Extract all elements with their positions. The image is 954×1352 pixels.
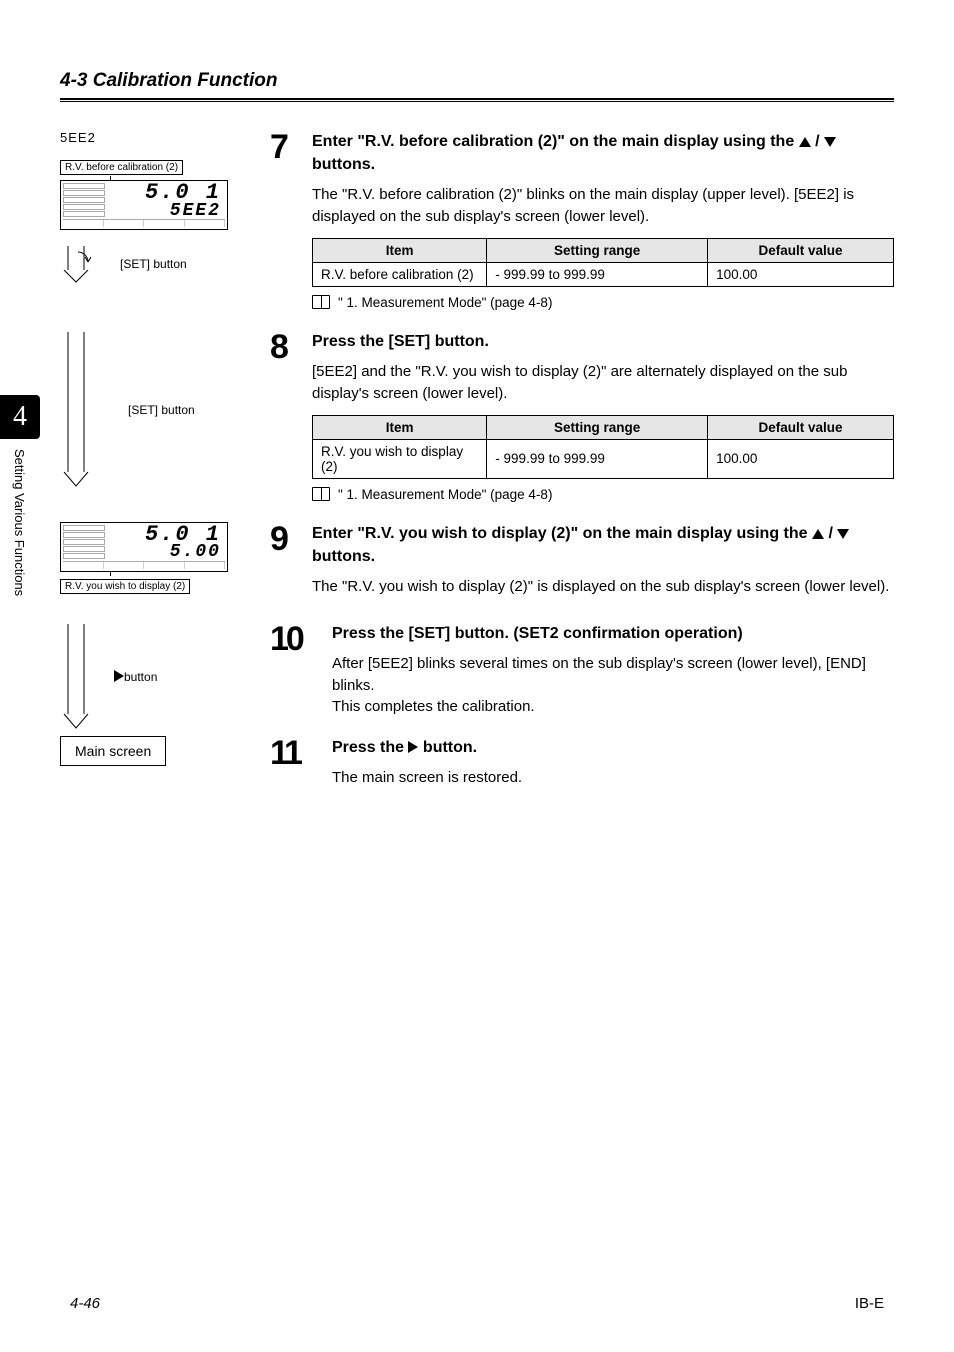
step-number-7: 7 <box>270 130 306 164</box>
step7-body: The "R.V. before calibration (2)" blinks… <box>312 184 894 228</box>
table-header: Item <box>313 238 487 262</box>
section-title: 4-3 Calibration Function <box>60 70 894 92</box>
set-button-label: [SET] button <box>120 257 187 271</box>
table-cell: - 999.99 to 999.99 <box>487 439 708 478</box>
step8-body: [5EE2] and the "R.V. you wish to display… <box>312 361 894 405</box>
page-footer: 4-46 IB-E <box>70 1295 884 1312</box>
table-cell: R.V. you wish to display (2) <box>313 439 487 478</box>
book-icon <box>312 295 330 309</box>
up-triangle-icon <box>812 529 824 539</box>
set-button-label: [SET] button <box>128 403 195 417</box>
table-header: Item <box>313 415 487 439</box>
table-cell: 100.00 <box>708 439 894 478</box>
flow-arrow-icon <box>60 622 100 732</box>
device-diagram: 5.0 1 5.00 <box>60 522 228 572</box>
right-triangle-icon <box>114 670 124 682</box>
table-cell: - 999.99 to 999.99 <box>487 262 708 286</box>
reference-text: " 1. Measurement Mode" (page 4-8) <box>338 295 552 310</box>
step-number-10: 10 <box>270 622 326 656</box>
device-reading-sub: 5.00 <box>107 544 221 560</box>
step7-table: Item Setting range Default value R.V. be… <box>312 238 894 287</box>
table-cell: R.V. before calibration (2) <box>313 262 487 286</box>
step10-body: After [5EE2] blinks several times on the… <box>332 653 894 718</box>
main-screen-box: Main screen <box>60 736 166 766</box>
table-header: Default value <box>708 238 894 262</box>
footer-page-number: 4-46 <box>70 1295 100 1312</box>
down-triangle-icon <box>837 529 849 539</box>
footer-doc-code: IB-E <box>855 1295 884 1312</box>
step9-body: The "R.V. you wish to display (2)" is di… <box>312 576 894 598</box>
segment-code: 5EE2 <box>60 130 262 145</box>
chapter-number-badge: 4 <box>0 395 40 439</box>
step11-body: The main screen is restored. <box>332 767 894 789</box>
flow-arrow-icon <box>60 244 100 284</box>
up-triangle-icon <box>799 137 811 147</box>
step11-head-b: button. <box>418 739 477 756</box>
device-reading-sub: 5EE2 <box>107 203 221 219</box>
step-number-11: 11 <box>270 736 326 770</box>
header-rule <box>60 98 894 102</box>
device-diagram: 5.0 1 5EE2 <box>60 180 228 230</box>
book-icon <box>312 487 330 501</box>
reference-row: " 1. Measurement Mode" (page 4-8) <box>312 487 894 502</box>
device-callout-label: R.V. before calibration (2) <box>60 160 183 175</box>
table-cell: 100.00 <box>708 262 894 286</box>
step9-head-a: Enter "R.V. you wish to display (2)" on … <box>312 525 812 542</box>
step7-heading: Enter "R.V. before calibration (2)" on t… <box>312 130 894 176</box>
table-header: Default value <box>708 415 894 439</box>
flow-arrow-icon <box>60 330 100 490</box>
down-triangle-icon <box>824 137 836 147</box>
step8-heading: Press the [SET] button. <box>312 330 894 353</box>
step9-head-b: buttons. <box>312 548 375 565</box>
device-reading-main: 5.0 1 <box>107 183 221 203</box>
step-number-8: 8 <box>270 330 306 364</box>
table-header: Setting range <box>487 238 708 262</box>
right-button-label: button <box>124 670 157 684</box>
step7-head-b: buttons. <box>312 156 375 173</box>
chapter-side-tab: 4 Setting Various Functions <box>0 395 40 629</box>
step11-heading: Press the button. <box>332 736 894 759</box>
device-callout-label: R.V. you wish to display (2) <box>60 579 190 594</box>
step-number-9: 9 <box>270 522 306 556</box>
step7-head-a: Enter "R.V. before calibration (2)" on t… <box>312 133 799 150</box>
table-header: Setting range <box>487 415 708 439</box>
chapter-side-label: Setting Various Functions <box>12 449 27 629</box>
step8-table: Item Setting range Default value R.V. yo… <box>312 415 894 479</box>
reference-text: " 1. Measurement Mode" (page 4-8) <box>338 487 552 502</box>
step10-heading: Press the [SET] button. (SET2 confirmati… <box>332 622 894 645</box>
step11-head-a: Press the <box>332 739 408 756</box>
right-triangle-icon <box>408 741 418 753</box>
reference-row: " 1. Measurement Mode" (page 4-8) <box>312 295 894 310</box>
step9-heading: Enter "R.V. you wish to display (2)" on … <box>312 522 894 568</box>
